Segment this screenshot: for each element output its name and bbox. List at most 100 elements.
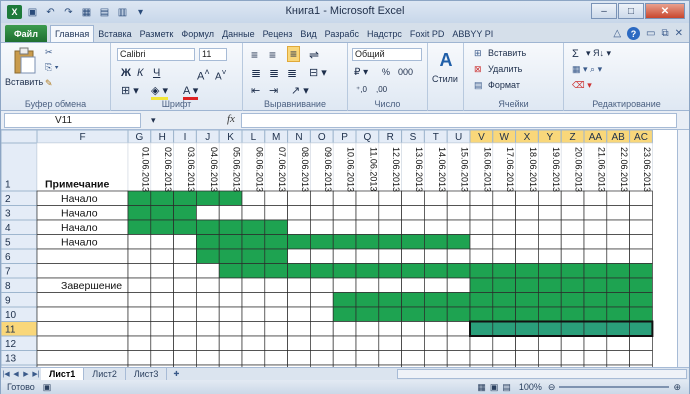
cell[interactable] [424,248,448,264]
cell[interactable] [538,263,562,279]
cell[interactable] [287,350,311,366]
cell[interactable] [515,350,539,366]
cell[interactable] [378,190,402,206]
cell[interactable] [264,190,288,206]
cell[interactable] [629,219,653,235]
cell[interactable] [424,190,448,206]
cell[interactable] [355,219,380,235]
autosum-button[interactable]: Σ [572,48,579,60]
cell[interactable] [560,335,585,351]
cell[interactable] [606,263,630,279]
tab-9[interactable]: Надстрс [363,25,406,42]
cell[interactable] [241,234,266,250]
cell[interactable] [560,321,585,337]
cell[interactable] [629,263,653,279]
cell[interactable] [424,263,448,279]
prev-sheet-icon[interactable]: ◀ [11,370,21,378]
cell[interactable] [218,292,243,308]
cell[interactable] [218,263,243,279]
cell[interactable] [629,190,653,206]
cell[interactable] [264,263,288,279]
cell[interactable] [287,277,311,293]
align-bottom-icon[interactable]: ≡ [287,46,301,62]
cell[interactable] [492,321,516,337]
cell[interactable] [515,263,539,279]
next-sheet-icon[interactable]: ▶ [21,370,31,378]
cell[interactable] [446,321,471,337]
fill-icon[interactable]: ▦ ▾ ⌕ ▾ [572,64,602,75]
cell[interactable] [241,277,266,293]
cell[interactable] [173,263,197,279]
cell[interactable] [332,263,357,279]
align-middle-icon[interactable]: ≡ [269,48,276,62]
cell[interactable] [150,292,174,308]
cell[interactable] [469,248,494,264]
cell[interactable] [218,248,243,264]
cell[interactable] [560,292,585,308]
cell[interactable] [606,335,630,351]
cell[interactable] [332,292,357,308]
page-break-icon[interactable]: ▤ [502,382,511,393]
cell[interactable] [515,277,539,293]
cell[interactable] [150,205,174,221]
cell[interactable] [218,205,243,221]
zoom-level[interactable]: 100% [519,382,542,392]
cell[interactable] [515,306,539,322]
cell[interactable] [424,277,448,293]
save-icon[interactable]: ▣ [25,5,40,19]
cell[interactable] [560,350,585,366]
cell[interactable] [218,234,243,250]
cell[interactable] [332,248,357,264]
align-left-icon[interactable]: ≣ [251,66,261,80]
cell[interactable] [355,335,380,351]
cell[interactable] [332,335,357,351]
cell[interactable] [310,219,334,235]
cell[interactable] [538,277,562,293]
cell[interactable] [127,292,152,308]
fx-icon[interactable]: fx [227,113,235,125]
worksheet-grid[interactable]: F G H I J K L M N O P Q R S T U V W X Y Z AA AB AC 1 Примечание 2 Н… [1,130,689,367]
tab-6[interactable]: Реценз [259,25,297,42]
format-painter-icon[interactable]: ✎ [45,78,53,89]
cell[interactable] [287,335,311,351]
cell[interactable] [515,335,539,351]
cell[interactable] [173,335,197,351]
cell[interactable] [264,321,288,337]
cut-icon[interactable]: ✂ [45,47,53,58]
tab-5[interactable]: Данные [218,25,259,42]
cell[interactable] [446,306,471,322]
cell[interactable] [127,190,152,206]
cell[interactable] [355,234,380,250]
cell[interactable] [424,350,448,366]
styles-button[interactable]: Стили [432,74,458,84]
excel-logo-icon[interactable]: X [7,5,22,19]
minimize-ribbon-icon[interactable]: △ [613,28,621,39]
cell[interactable] [150,277,174,293]
cell[interactable] [583,234,608,250]
styles-icon[interactable]: A [434,49,458,71]
last-sheet-icon[interactable]: ▶| [31,370,41,378]
columns-icon[interactable]: ▥ [115,5,130,19]
cell[interactable] [446,248,471,264]
cell[interactable] [196,263,220,279]
cell[interactable] [196,292,220,308]
cell[interactable] [218,321,243,337]
cell[interactable] [446,292,471,308]
cell[interactable] [446,234,471,250]
worksheet-svg[interactable]: F G H I J K L M N O P Q R S T U V W X Y Z AA AB AC 1 Примечание 2 Н… [1,130,677,367]
cell[interactable] [196,335,220,351]
cell[interactable] [310,234,334,250]
cell[interactable] [310,277,334,293]
cell[interactable] [606,205,630,221]
cell[interactable] [446,335,471,351]
horizontal-scrollbar[interactable] [397,369,687,379]
cell[interactable] [287,292,311,308]
align-right-icon[interactable]: ≣ [287,66,297,80]
cell[interactable] [538,335,562,351]
cell[interactable] [560,219,585,235]
tab-1[interactable]: Главная [49,25,95,42]
cell[interactable] [264,205,288,221]
cell[interactable] [560,263,585,279]
cell[interactable] [150,321,174,337]
number-format-select[interactable]: Общий [352,48,422,61]
